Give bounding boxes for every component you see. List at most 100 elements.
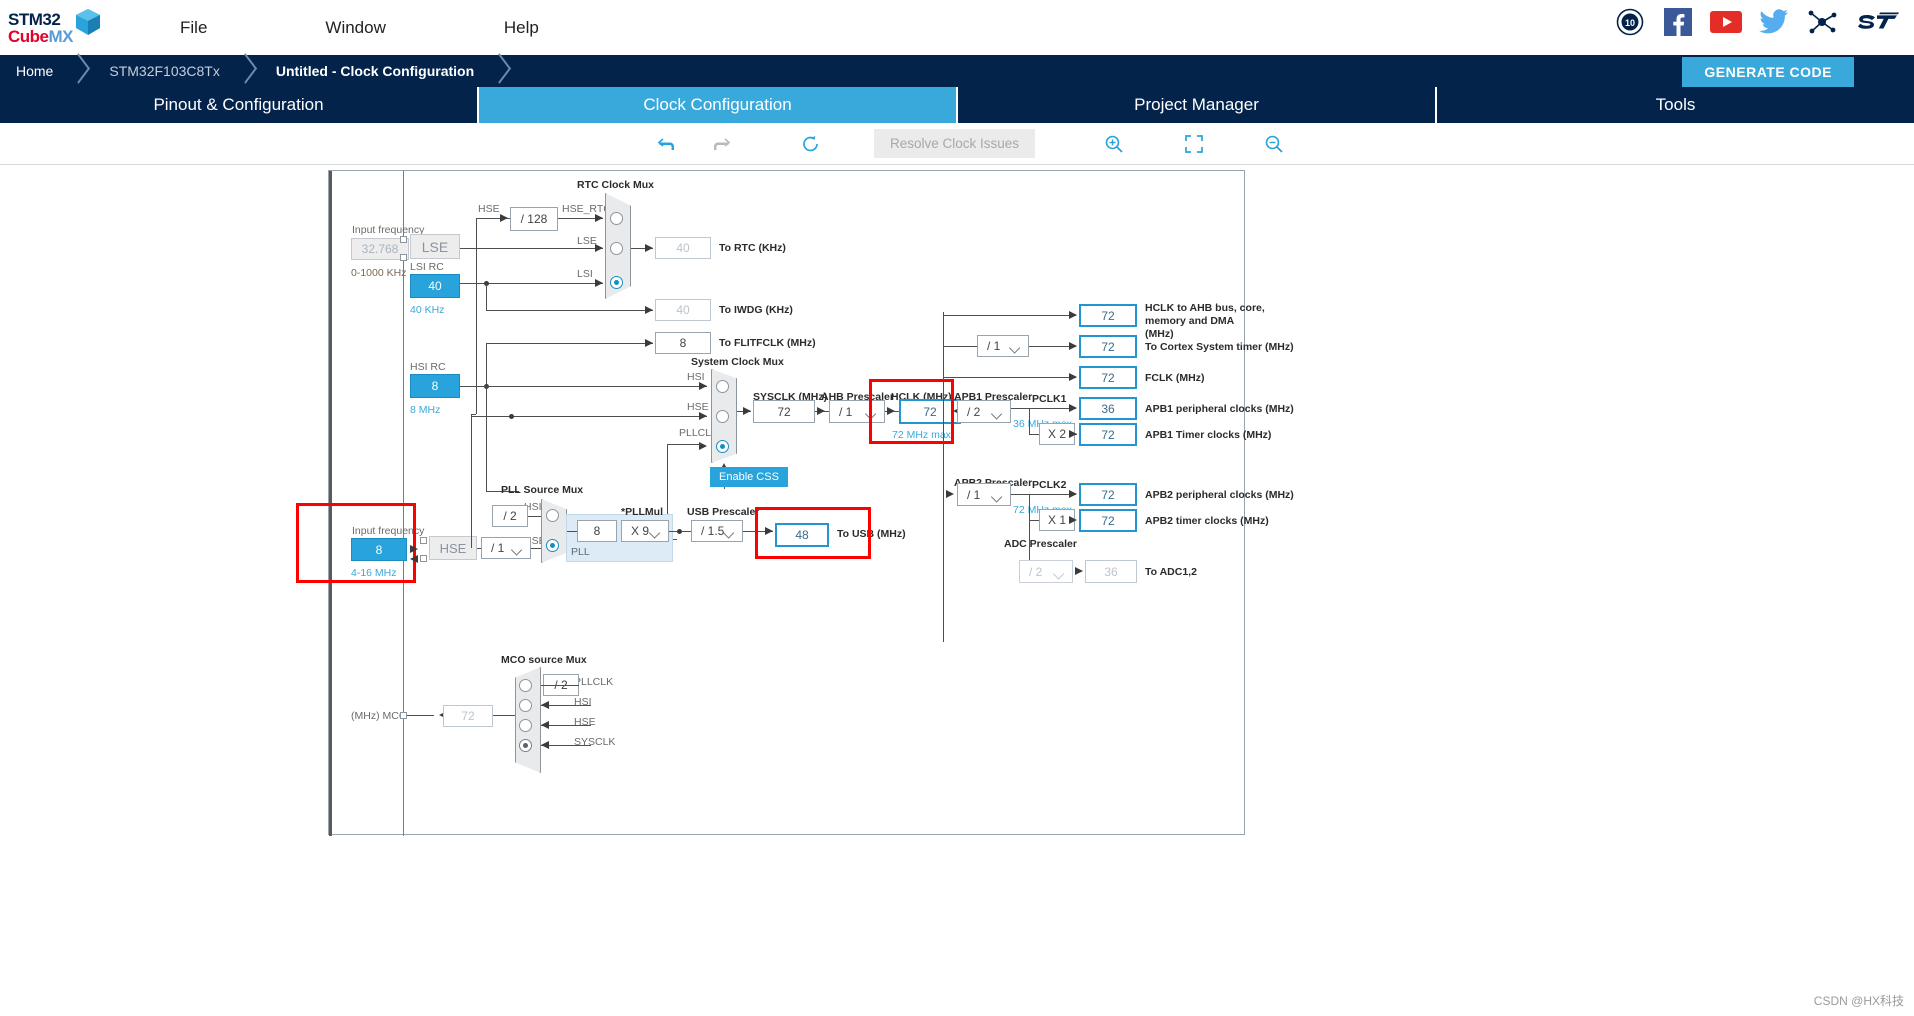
rtc-mux-radio-lse[interactable] bbox=[610, 242, 623, 255]
wire-hclk-cortexdiv bbox=[943, 346, 977, 347]
menu-file[interactable]: File bbox=[180, 12, 207, 44]
to-iwdg-value[interactable]: 40 bbox=[655, 299, 711, 321]
svg-text:10: 10 bbox=[1625, 18, 1635, 28]
usb-prescaler-select[interactable]: / 1.5 bbox=[691, 520, 743, 542]
ahb-prescaler-select[interactable]: / 1 bbox=[829, 400, 885, 423]
arrow-apb1-periph bbox=[1069, 404, 1077, 412]
to-rtc-value[interactable]: 40 bbox=[655, 237, 711, 259]
tab-project-manager[interactable]: Project Manager bbox=[958, 87, 1437, 123]
adc-output-value[interactable]: 36 bbox=[1085, 560, 1137, 583]
cortex-prescaler-select[interactable]: / 1 bbox=[977, 335, 1029, 357]
mco-value[interactable]: 72 bbox=[443, 705, 493, 727]
mco-radio-sysclk[interactable] bbox=[519, 739, 532, 752]
st-logo-icon[interactable] bbox=[1854, 6, 1900, 38]
pllmul-select[interactable]: X 9 bbox=[621, 520, 669, 542]
arrow-apb2-prescaler bbox=[946, 490, 954, 498]
fit-screen-icon[interactable] bbox=[1167, 129, 1221, 159]
hclk-value[interactable]: 72 bbox=[899, 399, 961, 424]
youtube-icon[interactable] bbox=[1710, 6, 1742, 38]
cortex-systimer-output[interactable]: 72 bbox=[1079, 335, 1137, 358]
generate-code-button[interactable]: GENERATE CODE bbox=[1682, 57, 1854, 87]
menu-window[interactable]: Window bbox=[325, 12, 385, 44]
usb-prescaler-label: USB Prescaler bbox=[687, 506, 760, 518]
ahb-prescaler-value: / 1 bbox=[839, 404, 853, 419]
hsi-value-field[interactable]: 8 bbox=[410, 374, 460, 398]
arrow-mco-in-sysclk bbox=[541, 741, 549, 749]
to-flitfclk-label: To FLITFCLK (MHz) bbox=[719, 337, 816, 349]
hclk-ahb-output[interactable]: 72 bbox=[1079, 304, 1137, 327]
system-clock-mux-title: System Clock Mux bbox=[691, 356, 784, 368]
arrow-sysmux-hse bbox=[699, 412, 707, 420]
hclk-ahb-output-label: HCLK to AHB bus, core, memory and DMA (MH… bbox=[1145, 302, 1265, 340]
pll-source-mux-title: PLL Source Mux bbox=[501, 484, 584, 496]
menu-bar: STM32 CubeMX File Window Help 10 bbox=[0, 0, 1914, 55]
mco-input-sysclk-label: SYSCLK bbox=[574, 736, 616, 748]
redo-icon[interactable] bbox=[694, 129, 748, 159]
enable-css-button[interactable]: Enable CSS bbox=[710, 467, 788, 487]
apb2-periph-output[interactable]: 72 bbox=[1079, 483, 1137, 506]
fclk-output[interactable]: 72 bbox=[1079, 366, 1137, 389]
chevron-down-icon bbox=[648, 527, 661, 539]
twitter-icon[interactable] bbox=[1758, 6, 1790, 38]
wire-lsi-down bbox=[486, 283, 487, 310]
pllmux-radio-hse[interactable] bbox=[546, 539, 559, 552]
apb1-prescaler-select[interactable]: / 2 bbox=[957, 400, 1011, 423]
lse-source-box[interactable]: LSE bbox=[410, 234, 460, 259]
sysmux-radio-hsi[interactable] bbox=[716, 380, 729, 393]
arrow-to-rtc bbox=[645, 244, 653, 252]
facebook-icon[interactable] bbox=[1662, 6, 1694, 38]
adc-prescaler-select[interactable]: / 2 bbox=[1019, 560, 1073, 583]
tab-clock-configuration[interactable]: Clock Configuration bbox=[479, 87, 958, 123]
cube-icon bbox=[76, 9, 100, 35]
chevron-down-icon bbox=[990, 490, 1003, 503]
sysmux-radio-pllclk[interactable] bbox=[716, 440, 729, 453]
mco-radio-hsi[interactable] bbox=[519, 699, 532, 712]
pll-hse-div-select[interactable]: / 1 bbox=[481, 537, 531, 559]
sysmux-radio-hse[interactable] bbox=[716, 410, 729, 423]
lsi-value-field[interactable]: 40 bbox=[410, 274, 460, 298]
arrow-hse-left bbox=[410, 555, 418, 563]
apb1-timer-output[interactable]: 72 bbox=[1079, 423, 1137, 446]
reset-icon[interactable] bbox=[784, 129, 838, 159]
apb2-timer-label: APB2 timer clocks (MHz) bbox=[1145, 515, 1269, 527]
top-icon-bar: 10 bbox=[1614, 6, 1900, 38]
clock-canvas[interactable]: Input frequency 32.768 0-1000 KHz LSE LS… bbox=[0, 165, 1914, 1015]
lse-range-label: 0-1000 KHz bbox=[351, 267, 407, 279]
apb1-periph-output[interactable]: 36 bbox=[1079, 397, 1137, 420]
breadcrumb-mcu[interactable]: STM32F103C8Tx bbox=[93, 55, 237, 87]
wire-hsediv-to-pllmux bbox=[531, 548, 541, 549]
wire-hclk-ahbbus bbox=[943, 315, 1076, 316]
to-usb-value[interactable]: 48 bbox=[775, 523, 829, 547]
resolve-clock-issues-button[interactable]: Resolve Clock Issues bbox=[874, 129, 1036, 158]
sysclk-value[interactable]: 72 bbox=[753, 400, 815, 423]
rtc-mux-radio-lsi[interactable] bbox=[610, 276, 623, 289]
breadcrumb-home[interactable]: Home bbox=[0, 55, 71, 87]
hsi-rc-label: HSI RC bbox=[410, 361, 446, 373]
undo-icon[interactable] bbox=[640, 129, 694, 159]
network-icon[interactable] bbox=[1806, 6, 1838, 38]
zoom-in-icon[interactable] bbox=[1087, 129, 1141, 159]
apb2-timer-output[interactable]: 72 bbox=[1079, 509, 1137, 532]
to-flitfclk-value[interactable]: 8 bbox=[655, 332, 711, 354]
arrow-sysmux-hsi bbox=[699, 382, 707, 390]
adc-output-label: To ADC1,2 bbox=[1145, 566, 1197, 578]
tab-pinout-configuration[interactable]: Pinout & Configuration bbox=[0, 87, 479, 123]
clock-tree-diagram[interactable]: Input frequency 32.768 0-1000 KHz LSE LS… bbox=[296, 170, 1294, 836]
wire-to-flitfclk bbox=[486, 343, 653, 344]
tab-tools[interactable]: Tools bbox=[1437, 87, 1914, 123]
pll-hse-div-value: / 1 bbox=[491, 541, 505, 555]
hse-source-box[interactable]: HSE bbox=[429, 536, 477, 560]
to-iwdg-label: To IWDG (KHz) bbox=[719, 304, 793, 316]
zoom-out-icon[interactable] bbox=[1247, 129, 1301, 159]
apb2-prescaler-select[interactable]: / 1 bbox=[957, 483, 1011, 506]
cortex-prescaler-value: / 1 bbox=[987, 339, 1001, 353]
pllmux-radio-hsi[interactable] bbox=[546, 509, 559, 522]
to-rtc-label: To RTC (KHz) bbox=[719, 242, 786, 254]
mco-radio-pllclk[interactable] bbox=[519, 679, 532, 692]
mco-radio-hse[interactable] bbox=[519, 719, 532, 732]
hse-input-frequency-field[interactable]: 8 bbox=[351, 538, 407, 561]
anniversary-10-icon[interactable]: 10 bbox=[1614, 6, 1646, 38]
arrow-ahb-prescaler bbox=[817, 407, 825, 415]
rtc-mux-radio-hse-rtc[interactable] bbox=[610, 212, 623, 225]
menu-help[interactable]: Help bbox=[504, 12, 539, 44]
